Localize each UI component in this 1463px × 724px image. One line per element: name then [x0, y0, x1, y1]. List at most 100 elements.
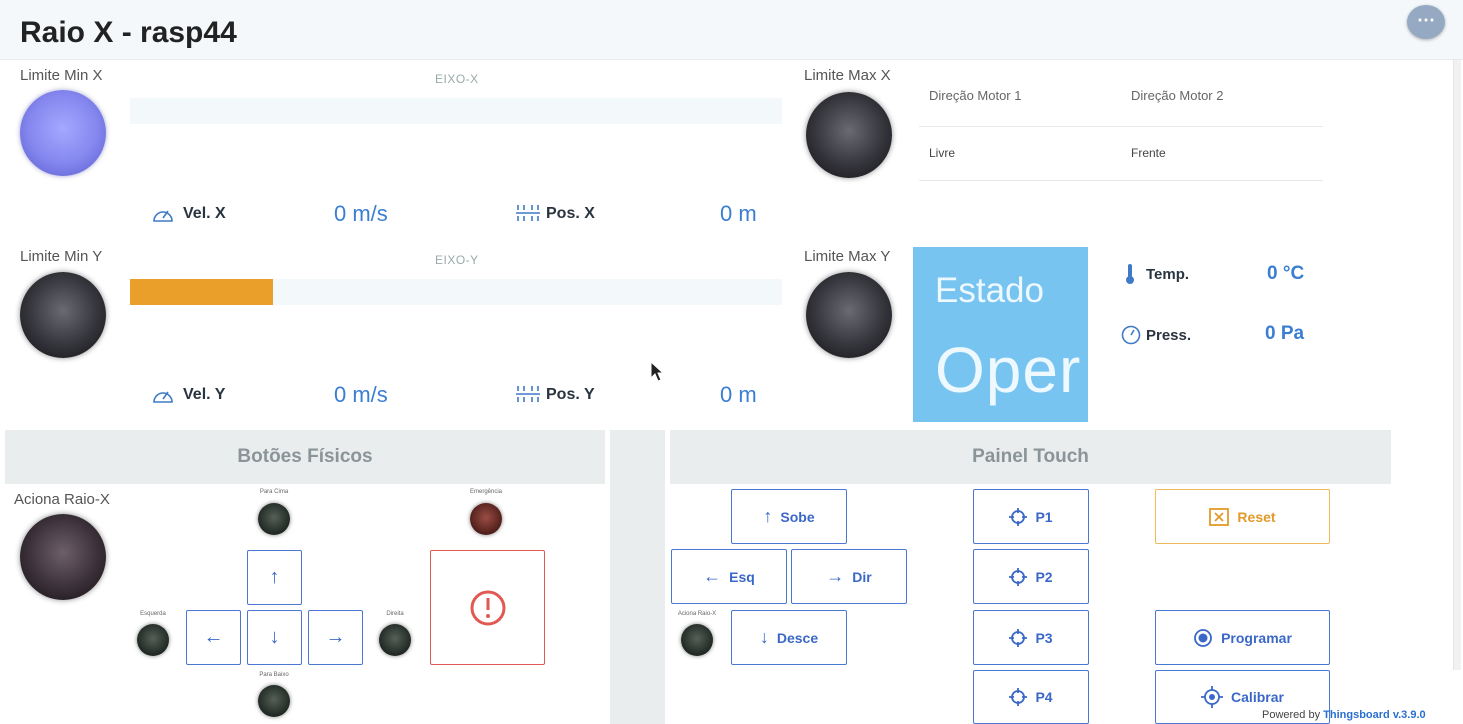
pos-y-label: Pos. Y: [546, 386, 595, 403]
crosshair-icon: [1009, 507, 1028, 526]
estado-value: Oper: [935, 334, 1082, 406]
aciona-raio-x-small-label: Aciona Raio-X: [677, 611, 717, 617]
physical-down-button[interactable]: ↓: [247, 610, 302, 665]
esquerda-led: [137, 624, 169, 656]
touch-panel-header: Painel Touch: [670, 430, 1391, 484]
para-cima-led: [258, 503, 290, 535]
p1-button[interactable]: P1: [973, 489, 1089, 544]
thingsboard-link[interactable]: Thingsboard v.3.9.0: [1323, 709, 1426, 721]
limit-min-y-label: Limite Min Y: [20, 248, 103, 265]
cancel-box-icon: [1209, 507, 1230, 526]
p2-button[interactable]: P2: [973, 549, 1089, 604]
press-value: 0 Pa: [1265, 323, 1305, 344]
dir-button[interactable]: → Dir: [791, 549, 907, 604]
dir-label: Dir: [852, 568, 872, 585]
limit-max-y-led: [806, 272, 892, 358]
vertical-scrollbar[interactable]: [1453, 60, 1461, 670]
vel-y-label: Vel. Y: [183, 386, 226, 403]
emergencia-label: Emergência: [469, 489, 502, 495]
powered-by-text: Powered by: [1262, 709, 1321, 721]
powered-by: Powered by Thingsboard v.3.9.0: [1262, 709, 1426, 721]
radio-button-icon: [1194, 628, 1212, 647]
vel-y-value: 0 m/s: [334, 382, 388, 407]
p4-label: P4: [1035, 689, 1053, 705]
pos-x-value: 0 m: [720, 201, 757, 226]
physical-right-button[interactable]: →: [308, 610, 363, 665]
para-baixo-label: Para Baixo: [259, 672, 289, 678]
pos-y-value: 0 m: [720, 382, 757, 407]
arrow-right-icon: →: [826, 566, 845, 586]
crosshair-icon: [1009, 628, 1028, 647]
reset-button[interactable]: Reset: [1155, 489, 1330, 544]
pos-x-label: Pos. X: [546, 205, 595, 222]
position-arrows-icon: [516, 386, 540, 402]
arrow-left-icon: ←: [703, 566, 722, 586]
direita-led: [379, 624, 411, 656]
esq-button[interactable]: ← Esq: [671, 549, 787, 604]
limit-max-x-led: [806, 92, 892, 178]
para-cima-label: Para Cima: [259, 489, 289, 495]
para-baixo-led: [258, 685, 290, 717]
aciona-raio-x-led: [20, 514, 106, 600]
eixo-y-bar: [130, 279, 782, 305]
estado-label: Estado: [935, 271, 1044, 310]
sobe-button[interactable]: ↑ Sobe: [731, 489, 847, 544]
aciona-raio-x-small-led: [681, 624, 713, 656]
motor-1-header: Direção Motor 1: [919, 66, 1121, 127]
crosshair-icon: [1009, 567, 1028, 586]
section-divider: [610, 430, 665, 724]
motor-direction-table: Direção Motor 1 Direção Motor 2 Livre Fren…: [919, 66, 1323, 181]
estado-card: Estado Oper: [913, 247, 1088, 422]
speedometer-icon: [153, 391, 173, 403]
physical-up-button[interactable]: ↑: [247, 550, 302, 605]
physical-buttons-header: Botões Físicos: [5, 430, 605, 484]
more-options-icon[interactable]: ⋯: [1407, 5, 1445, 39]
thermometer-icon: [1126, 264, 1134, 284]
alert-icon: [470, 590, 505, 625]
temp-value: 0 °C: [1267, 263, 1305, 284]
p1-label: P1: [1035, 508, 1053, 525]
gps-fixed-icon: [1201, 686, 1224, 708]
limit-max-y-label: Limite Max Y: [804, 248, 891, 265]
emergency-button[interactable]: [430, 550, 545, 665]
desce-label: Desce: [776, 629, 819, 646]
motor-2-header: Direção Motor 2: [1121, 66, 1323, 127]
limit-min-y-led: [20, 272, 106, 358]
desce-button[interactable]: ↓ Desce: [731, 610, 847, 665]
gauge-icon: [1121, 325, 1141, 345]
vel-x-label: Vel. X: [183, 205, 226, 222]
p3-button[interactable]: P3: [973, 610, 1089, 665]
eixo-y-bar-fill: [130, 279, 274, 305]
crosshair-icon: [1009, 688, 1028, 706]
limit-max-x-label: Limite Max X: [804, 67, 891, 84]
eixo-x-bar: [130, 98, 782, 124]
arrow-up-icon: ↑: [763, 506, 773, 526]
reset-label: Reset: [1237, 508, 1276, 525]
emergencia-led: [470, 503, 502, 535]
esquerda-label: Esquerda: [140, 611, 166, 617]
arrow-down-icon: ↓: [759, 627, 769, 647]
programar-button[interactable]: Programar: [1155, 610, 1330, 665]
eixo-y-title: EIXO-Y: [435, 253, 479, 267]
direita-label: Direita: [386, 611, 404, 617]
p3-label: P3: [1035, 629, 1053, 646]
press-label: Press.: [1146, 327, 1192, 344]
dashboard-title: Raio X - rasp44: [20, 16, 237, 49]
vel-x-value: 0 m/s: [334, 201, 388, 226]
p2-label: P2: [1035, 568, 1053, 585]
p4-button[interactable]: P4: [973, 670, 1089, 724]
aciona-raio-x-label: Aciona Raio-X: [14, 491, 110, 508]
eixo-x-title: EIXO-X: [435, 72, 479, 86]
esq-label: Esq: [729, 568, 755, 585]
mouse-cursor-icon: [650, 361, 664, 382]
temp-label: Temp.: [1146, 266, 1190, 283]
limit-min-x-led: [20, 90, 106, 176]
motor-2-value: Frente: [1121, 126, 1323, 181]
physical-left-button[interactable]: ←: [186, 610, 241, 665]
sobe-label: Sobe: [780, 508, 815, 525]
limit-min-x-label: Limite Min X: [20, 67, 103, 84]
position-arrows-icon: [516, 205, 540, 221]
calibrar-label: Calibrar: [1231, 689, 1284, 705]
programar-label: Programar: [1221, 629, 1292, 646]
speedometer-icon: [153, 210, 173, 222]
